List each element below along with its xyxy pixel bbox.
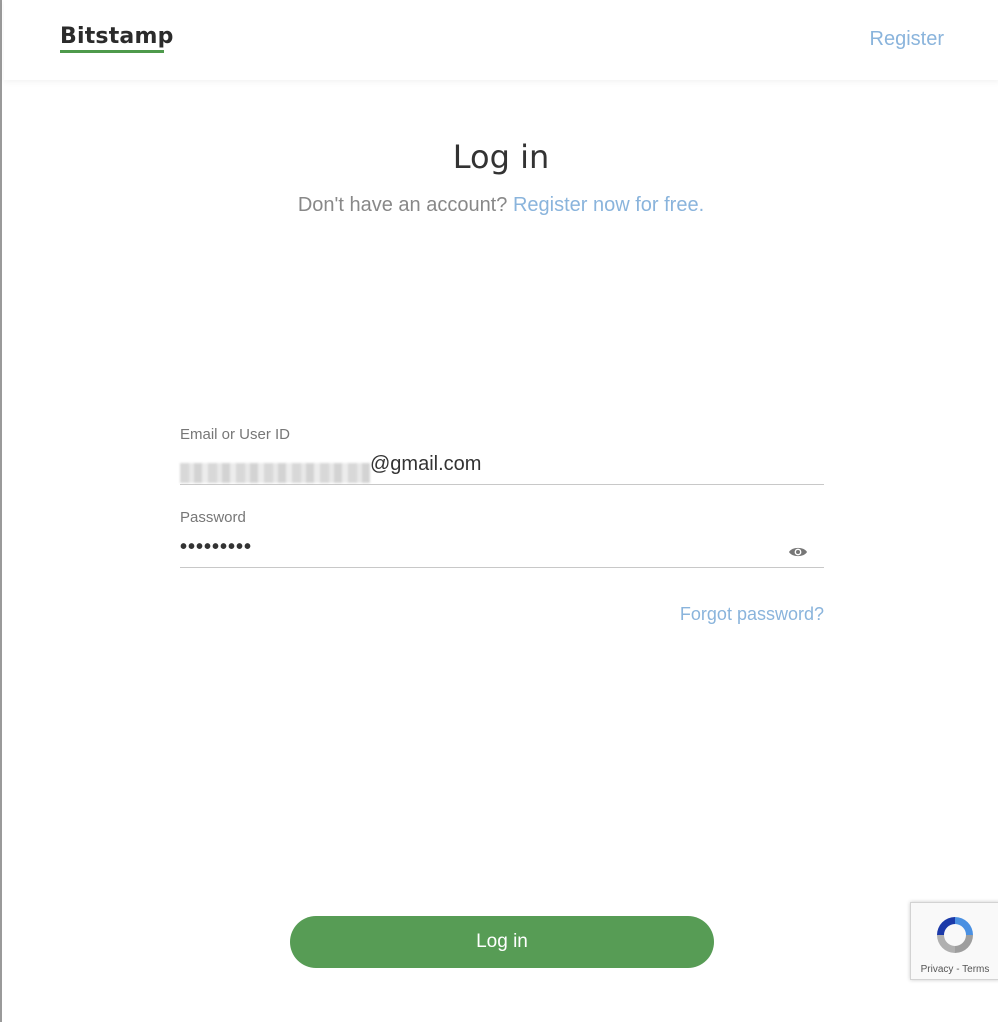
forgot-password-link[interactable]: Forgot password? (180, 604, 824, 625)
password-label: Password (180, 509, 246, 526)
recaptcha-terms-link[interactable]: Terms (962, 964, 989, 975)
show-password-eye-icon[interactable] (788, 545, 808, 559)
recaptcha-separator: - (953, 964, 963, 975)
login-form: Email or User ID Password Forgot passwor… (180, 426, 824, 625)
logo-text: Bitstamp (60, 24, 174, 49)
subtitle: Don't have an account? Register now for … (2, 194, 998, 217)
bitstamp-logo[interactable]: Bitstamp (60, 24, 174, 54)
email-field-wrapper (180, 453, 824, 485)
recaptcha-links: Privacy - Terms (911, 964, 998, 975)
redacted-email-part (180, 463, 370, 483)
subtitle-prefix: Don't have an account? (297, 194, 508, 216)
login-button[interactable]: Log in (290, 916, 714, 968)
header: Bitstamp Register (4, 0, 998, 80)
logo-underline (60, 50, 164, 53)
page-title: Log in (452, 138, 550, 176)
password-field-wrapper: Password (180, 509, 824, 568)
recaptcha-privacy-link[interactable]: Privacy (921, 964, 954, 975)
register-now-link[interactable]: Register now for free. (513, 194, 704, 216)
recaptcha-badge[interactable]: Privacy - Terms (910, 902, 998, 980)
recaptcha-icon (931, 911, 979, 959)
email-label: Email or User ID (180, 426, 291, 443)
header-register-link[interactable]: Register (870, 28, 944, 51)
password-field[interactable] (180, 536, 824, 568)
page: Bitstamp Register Log in Don't have an a… (0, 0, 998, 1022)
